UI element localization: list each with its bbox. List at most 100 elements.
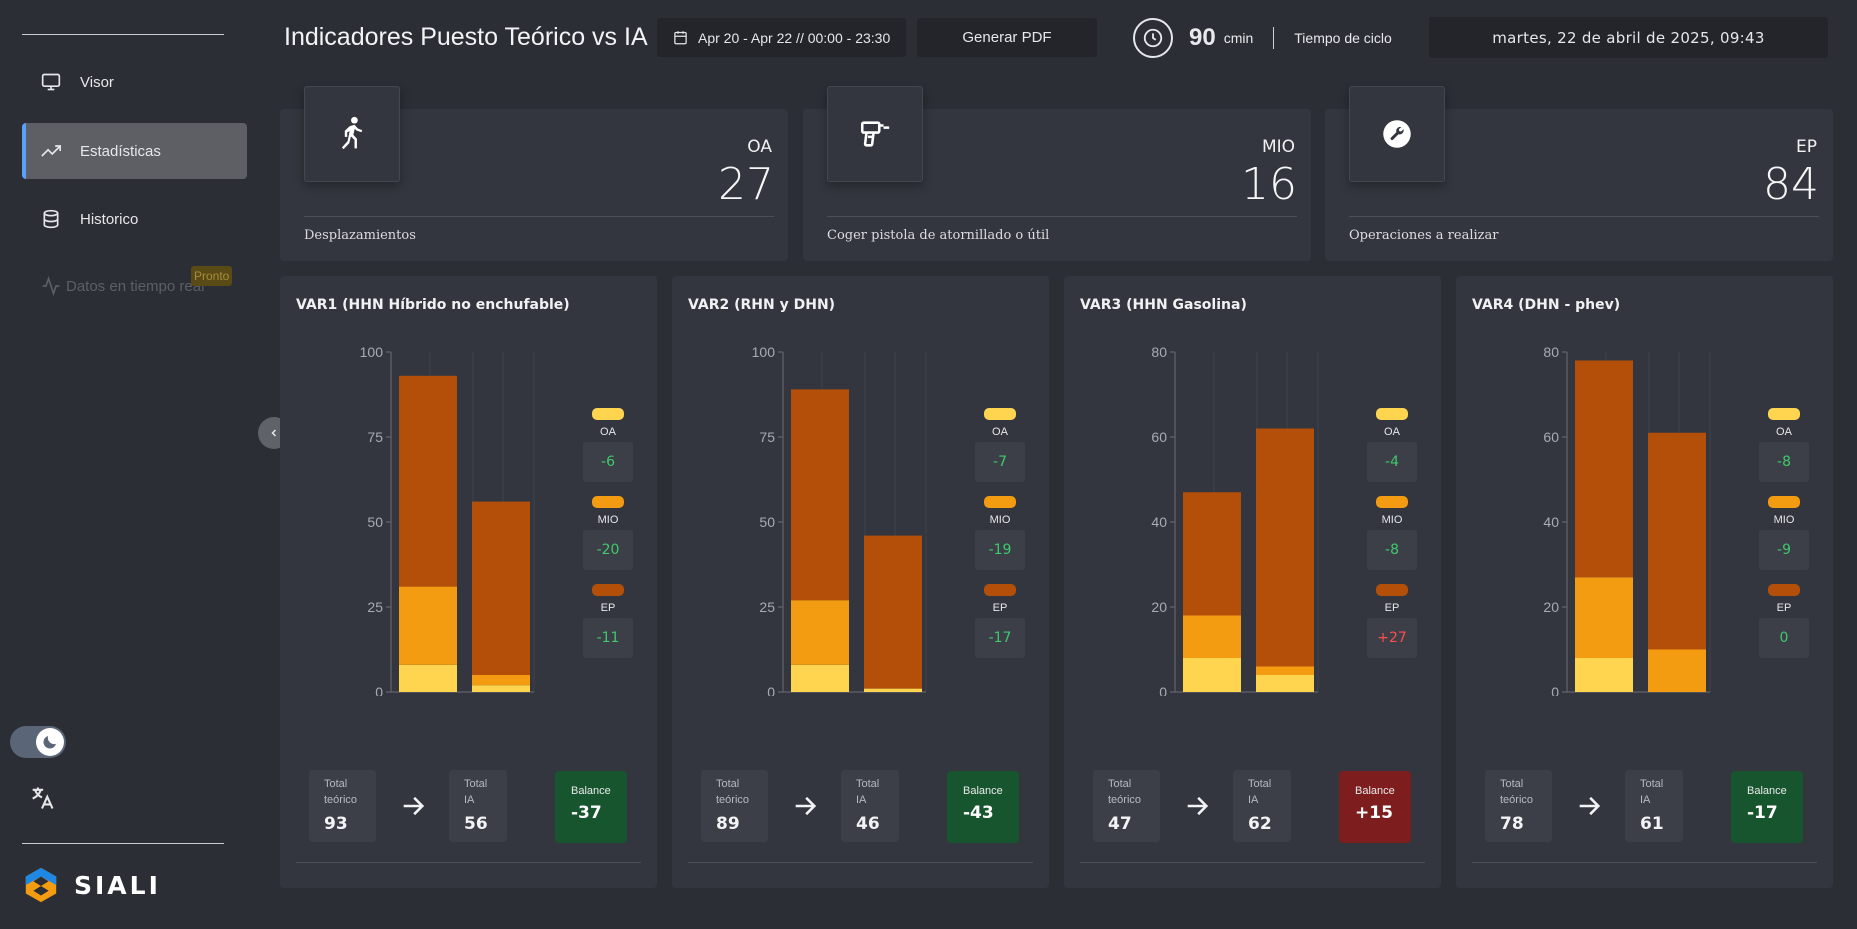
bar-oa-ia [472, 685, 530, 692]
sidebar-top-divider [22, 34, 224, 35]
kpi-description: Operaciones a realizar [1349, 228, 1499, 243]
cycle-time: 90 cmin Tiempo de ciclo [1133, 18, 1392, 58]
kpi-code: MIO [1261, 137, 1295, 157]
bar-mio-wab [1183, 615, 1241, 658]
variant-card-2: VAR2 (RHN y DHN) OA -7 MIO -19 EP -17 To… [672, 276, 1049, 888]
legend-label: EP [992, 602, 1008, 614]
legend-label: OA [1384, 426, 1400, 438]
total-teorico-label-2: teórico [716, 794, 750, 806]
total-ia-label: Total [1248, 778, 1272, 790]
legend-swatch [1376, 584, 1408, 596]
legend-item-mio: MIO -9 [1759, 496, 1809, 570]
divider [1080, 862, 1425, 863]
legend-label: MIO [1773, 514, 1795, 526]
total-ia-label: Total [464, 778, 488, 790]
chevron-left-icon [271, 429, 277, 437]
bar-mio-ia [1648, 649, 1706, 692]
legend-swatch [1376, 496, 1408, 508]
total-teorico-value: 93 [324, 814, 348, 834]
legend-label: EP [1776, 602, 1792, 614]
legend-item-oa: OA -8 [1759, 408, 1809, 482]
y-tick-label: 100 [752, 344, 776, 360]
bar-oa-wab [1575, 658, 1633, 692]
sidebar-item-label: Visor [80, 73, 114, 91]
legend-swatch [592, 496, 624, 508]
diff-value-oa: -6 [583, 442, 633, 482]
bar-ep-wab [399, 375, 457, 587]
balance-box: Balance -37 [555, 771, 627, 843]
variant-title: VAR1 (HHN Híbrido no enchufable) [296, 297, 570, 313]
bar-mio-wab [399, 586, 457, 665]
diff-value-oa: -4 [1367, 442, 1417, 482]
total-ia-box: Total IA 56 [449, 770, 507, 842]
diff-value-ep: +27 [1367, 618, 1417, 658]
kpi-code: OA [747, 137, 772, 157]
y-tick-label: 100 [360, 344, 384, 360]
stacked-bar-chart: 0255075100WABIA [360, 344, 535, 696]
kpi-value: 27 [718, 159, 774, 210]
sidebar-item-visor[interactable]: Visor [22, 54, 247, 110]
bar-oa-ia [1256, 675, 1314, 692]
balance-value: +15 [1355, 803, 1393, 823]
arrow-right-icon [403, 796, 425, 816]
diff-value-ep: -11 [583, 618, 633, 658]
current-datetime: martes, 22 de abril de 2025, 09:43 [1429, 17, 1828, 58]
total-ia-box: Total IA 61 [1625, 770, 1683, 842]
activity-icon [40, 275, 62, 297]
trending-up-icon [40, 140, 62, 162]
legend-item-ep: EP +27 [1367, 584, 1417, 658]
theme-toggle[interactable] [10, 726, 66, 758]
total-teorico-value: 78 [1500, 814, 1524, 834]
total-teorico-label: Total [1500, 778, 1524, 790]
date-range-picker[interactable]: Apr 20 - Apr 22 // 00:00 - 23:30 [657, 18, 906, 57]
database-icon [40, 208, 62, 230]
balance-value: -37 [571, 803, 602, 823]
cycle-time-value: 90 [1189, 24, 1216, 51]
legend-item-mio: MIO -20 [583, 496, 633, 570]
legend-label: EP [1384, 602, 1400, 614]
sidebar-bottom-divider [22, 843, 224, 844]
bar-mio-ia [1256, 666, 1314, 675]
calendar-icon [674, 31, 687, 45]
variant-card-3: VAR3 (HHN Gasolina) OA -4 MIO -8 EP +27 [1064, 276, 1441, 888]
legend-swatch [1768, 584, 1800, 596]
bar-ep-ia [1648, 432, 1706, 650]
bar-mio-wab [791, 600, 849, 665]
total-teorico-label: Total [716, 778, 740, 790]
diff-value-mio: -19 [975, 530, 1025, 570]
y-tick-label: 25 [367, 599, 383, 615]
legend-label: OA [992, 426, 1008, 438]
divider [1472, 862, 1817, 863]
y-tick-label: 0 [1159, 684, 1167, 696]
arrow-right-icon [1579, 796, 1601, 816]
legend-swatch [984, 584, 1016, 596]
total-teorico-value: 47 [1108, 814, 1132, 834]
wrench-icon [1349, 86, 1445, 182]
y-tick-label: 20 [1543, 599, 1559, 615]
balance-box: Balance -17 [1731, 771, 1803, 843]
bar-ep-wab [1575, 360, 1633, 578]
divider [1349, 216, 1819, 217]
balance-label: Balance [963, 785, 1003, 797]
legend-item-oa: OA -7 [975, 408, 1025, 482]
diff-value-oa: -8 [1759, 442, 1809, 482]
bar-ep-ia [472, 501, 530, 675]
kpi-description: Coger pistola de atornillado o útil [827, 228, 1050, 243]
sidebar-item-estadisticas[interactable]: Estadísticas [22, 123, 247, 179]
bar-oa-wab [399, 664, 457, 692]
total-ia-label-2: IA [856, 794, 867, 806]
legend-item-mio: MIO -8 [1367, 496, 1417, 570]
bar-oa-ia [864, 688, 922, 692]
legend-item-mio: MIO -19 [975, 496, 1025, 570]
arrow-right-icon [1187, 796, 1209, 816]
generate-pdf-button[interactable]: Generar PDF [917, 18, 1097, 57]
y-tick-label: 40 [1151, 514, 1167, 530]
total-ia-value: 62 [1248, 814, 1272, 834]
y-tick-label: 80 [1543, 344, 1559, 360]
variant-title: VAR2 (RHN y DHN) [688, 297, 836, 313]
total-ia-label-2: IA [1640, 794, 1651, 806]
translate-icon[interactable] [28, 784, 56, 812]
balance-label: Balance [1355, 785, 1395, 797]
sidebar: Visor Estadísticas Historico Datos en ti… [0, 0, 262, 929]
sidebar-item-historico[interactable]: Historico [22, 191, 247, 247]
